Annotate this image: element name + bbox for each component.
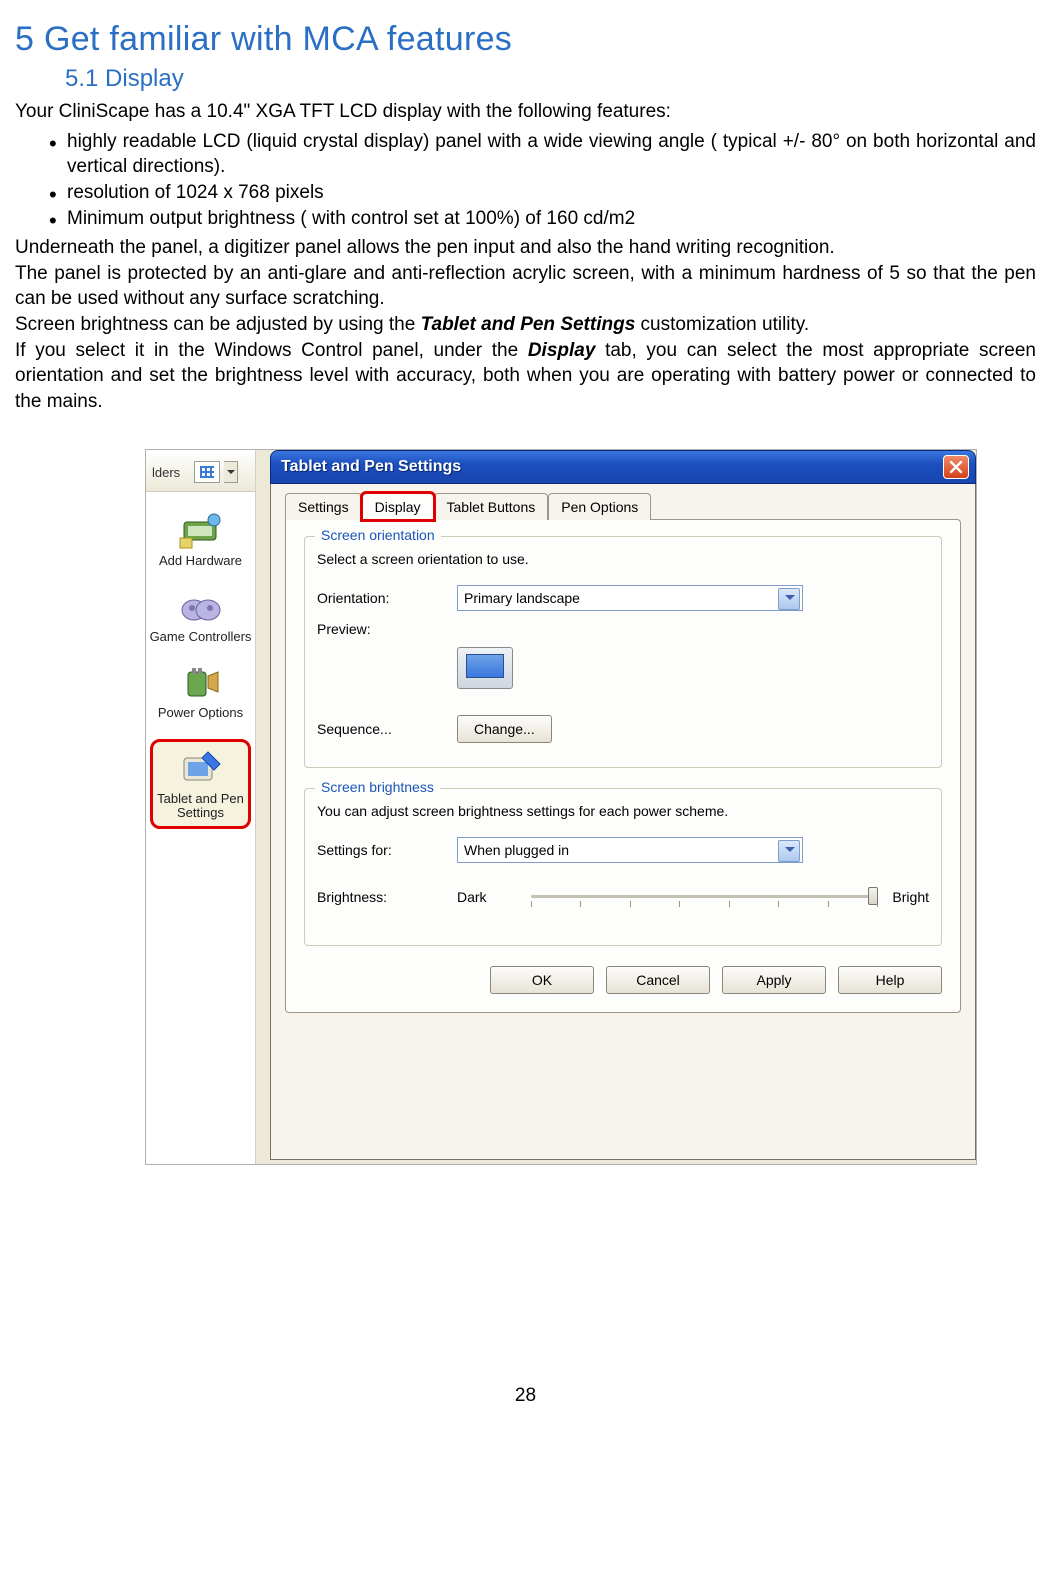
ok-button[interactable]: OK [490,966,594,994]
brightness-label: Brightness: [317,889,457,905]
section-title: 5.1 Display [65,65,1036,93]
preview-row: Preview: [317,621,929,637]
toolbar-label: lders [152,465,180,480]
list-item: resolution of 1024 x 768 pixels [15,180,1036,206]
power-icon [178,662,224,702]
page-title: 5 Get familiar with MCA features [15,20,1036,59]
sidebar-item-tablet-pen[interactable]: Tablet and Pen Settings [150,739,251,830]
close-icon [949,460,963,474]
brightness-dark-label: Dark [457,889,517,905]
tab-display[interactable]: Display [362,493,434,520]
tab-pen-options[interactable]: Pen Options [548,493,651,520]
paragraph: The panel is protected by an anti-glare … [15,261,1036,312]
feature-list: highly readable LCD (liquid crystal disp… [15,129,1036,232]
bold-text: Tablet and Pen Settings [421,314,636,335]
settings-for-dropdown[interactable]: When plugged in [457,837,803,863]
view-mode-button[interactable] [194,461,220,483]
group-desc: Select a screen orientation to use. [317,551,929,567]
dialog: Tablet and Pen Settings Settings Display… [270,450,976,1160]
group-desc: You can adjust screen brightness setting… [317,803,929,819]
intro-text: Your CliniScape has a 10.4" XGA TFT LCD … [15,99,1036,125]
sidebar-item-power-options[interactable]: Power Options [146,662,255,720]
paragraph: Underneath the panel, a digitizer panel … [15,235,1036,261]
page-number: 28 [15,1385,1036,1407]
chevron-down-icon [785,847,795,857]
text-run: If you select it in the Windows Control … [15,340,528,361]
settings-for-row: Settings for: When plugged in [317,837,929,863]
sidebar-item-label: Game Controllers [150,629,252,644]
settings-for-value: When plugged in [464,842,569,858]
sidebar-item-label: Power Options [158,705,243,720]
control-panel-sidebar: lders Add Hardware Game Controllers Powe… [146,450,256,1164]
bold-text: Display [528,340,596,361]
sidebar-item-label: Tablet and Pen Settings [157,791,244,820]
orientation-preview [457,647,513,689]
close-button[interactable] [943,455,969,479]
sequence-row: Sequence... Change... [317,715,929,743]
list-item: Minimum output brightness ( with control… [15,206,1036,232]
game-controller-icon [178,586,224,626]
tab-panel: Screen orientation Select a screen orien… [285,519,961,1013]
brightness-bright-label: Bright [892,889,929,905]
dialog-body: Settings Display Tablet Buttons Pen Opti… [270,484,976,1160]
titlebar[interactable]: Tablet and Pen Settings [270,450,976,484]
settings-for-label: Settings for: [317,842,457,858]
chevron-down-icon [785,595,795,605]
brightness-row: Brightness: Dark Bright [317,873,929,921]
paragraph: Screen brightness can be adjusted by usi… [15,312,1036,338]
paragraph: If you select it in the Windows Control … [15,338,1036,415]
tab-settings[interactable]: Settings [285,493,362,520]
tablet-pen-icon [178,748,224,788]
preview-label: Preview: [317,621,457,637]
group-title: Screen orientation [315,527,441,543]
orientation-row: Orientation: Primary landscape [317,585,929,611]
sequence-label: Sequence... [317,721,457,737]
sidebar-item-label: Add Hardware [159,553,242,568]
sidebar-item-add-hardware[interactable]: Add Hardware [146,510,255,568]
screenshot: lders Add Hardware Game Controllers Powe… [145,449,977,1165]
orientation-label: Orientation: [317,590,457,606]
toolbar-fragment: lders [146,454,255,492]
cancel-button[interactable]: Cancel [606,966,710,994]
list-item: highly readable LCD (liquid crystal disp… [15,129,1036,180]
dialog-buttons: OK Cancel Apply Help [304,966,942,994]
group-screen-brightness: Screen brightness You can adjust screen … [304,788,942,946]
tab-tablet-buttons[interactable]: Tablet Buttons [434,493,549,520]
text-run: Screen brightness can be adjusted by usi… [15,314,421,335]
apply-button[interactable]: Apply [722,966,826,994]
group-title: Screen brightness [315,779,440,795]
group-screen-orientation: Screen orientation Select a screen orien… [304,536,942,768]
help-button[interactable]: Help [838,966,942,994]
text-run: customization utility. [635,314,809,335]
slider-thumb[interactable] [868,887,878,905]
hardware-icon [178,510,224,550]
brightness-slider[interactable] [531,883,878,911]
change-button[interactable]: Change... [457,715,552,743]
titlebar-text: Tablet and Pen Settings [281,458,943,476]
orientation-dropdown[interactable]: Primary landscape [457,585,803,611]
orientation-value: Primary landscape [464,590,580,606]
sidebar-item-game-controllers[interactable]: Game Controllers [146,586,255,644]
view-mode-dropdown[interactable] [224,461,238,483]
tabstrip: Settings Display Tablet Buttons Pen Opti… [285,493,961,520]
